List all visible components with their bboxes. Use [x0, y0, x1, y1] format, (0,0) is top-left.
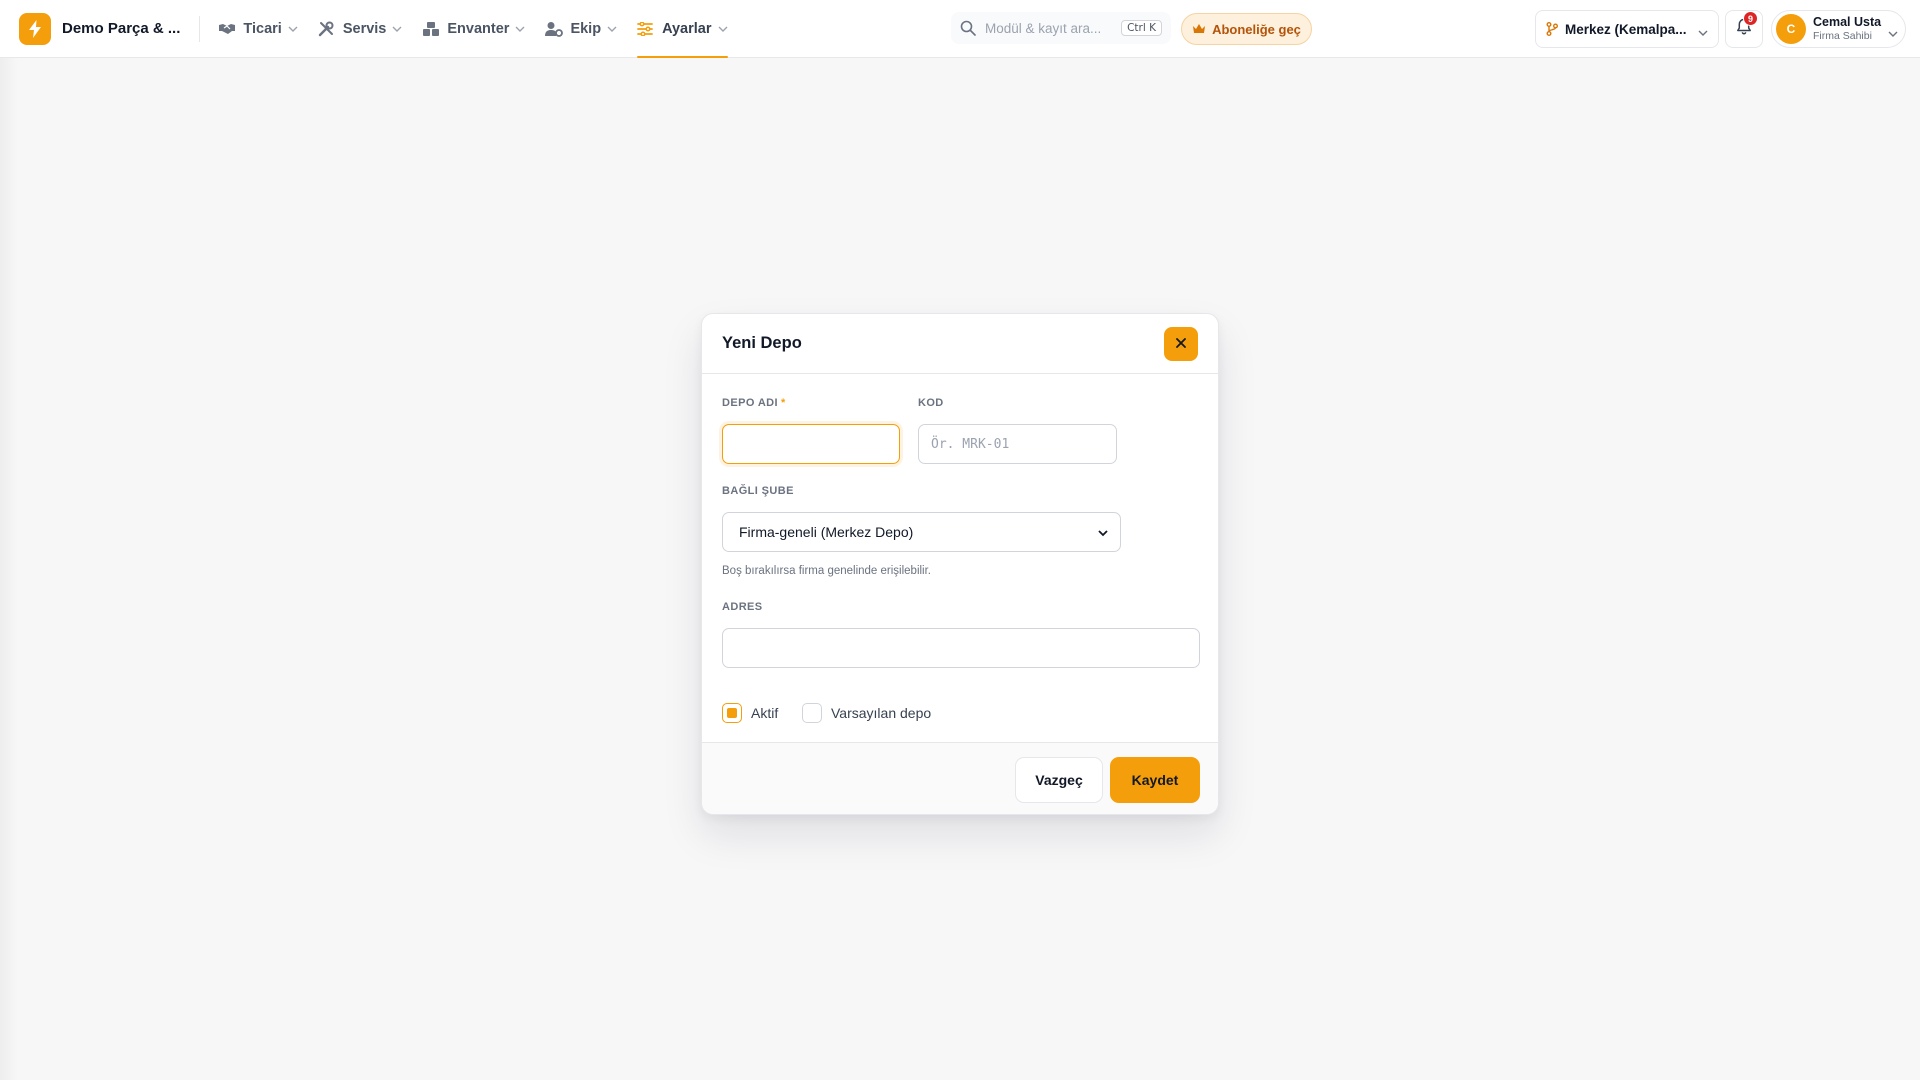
nav-label: Envanter [447, 20, 510, 37]
address-input[interactable] [722, 628, 1200, 668]
search-icon [960, 20, 976, 36]
code-label: KOD [918, 397, 944, 409]
nav-label: Ayarlar [662, 20, 712, 37]
avatar: C [1776, 14, 1806, 44]
nav-item-ekip[interactable]: Ekip [539, 0, 623, 58]
git-branch-icon [1546, 22, 1558, 36]
code-placeholder: Ör. MRK-01 [931, 436, 1010, 452]
search-placeholder: Modül & kayıt ara... [985, 20, 1102, 36]
checkbox-mark [727, 708, 737, 718]
new-warehouse-dialog: Yeni Depo DEPO ADI * KOD Ör. MRK-01 BAĞLI… [701, 313, 1219, 815]
close-icon [1176, 335, 1186, 353]
user-menu[interactable]: C Cemal Usta Firma Sahibi [1771, 10, 1906, 48]
nav-label: Ekip [570, 20, 602, 37]
nav-item-ticari[interactable]: Ticari [212, 0, 303, 58]
chevron-down-icon [607, 24, 617, 34]
lightning-icon [19, 12, 51, 45]
main-nav: Ticari Servis Envanter Ekip Ayarlar [212, 0, 741, 58]
required-mark: * [780, 397, 786, 409]
divider [199, 15, 201, 42]
branch-hint: Boş bırakılırsa firma genelinde erişileb… [722, 565, 932, 577]
subscribe-label: Aboneliğe geç [1212, 21, 1301, 37]
address-label: ADRES [722, 601, 763, 613]
chevron-down-icon [392, 24, 402, 34]
nav-label: Servis [342, 20, 387, 37]
branch-label: Merkez (Kemalpa... [1565, 21, 1687, 37]
nav-label: Ticari [243, 20, 282, 37]
search-input[interactable]: Modül & kayıt ara... Ctrl K [951, 12, 1171, 44]
sliders-icon [637, 20, 655, 38]
tools-icon [318, 20, 336, 38]
dialog-footer: Vazgeç Kaydet [702, 742, 1218, 814]
dialog-body: DEPO ADI * KOD Ör. MRK-01 BAĞLI ŞUBE Firm… [702, 374, 1218, 744]
user-role: Firma Sahibi [1813, 30, 1872, 42]
chevron-down-icon [718, 24, 728, 34]
sidebar-shadow [0, 58, 18, 1080]
branch-select[interactable]: Firma-geneli (Merkez Depo) [722, 512, 1121, 552]
chevron-down-icon [1698, 24, 1708, 36]
branch-select-value: Firma-geneli (Merkez Depo) [739, 524, 914, 540]
save-button[interactable]: Kaydet [1110, 757, 1200, 803]
top-navigation-bar: Demo Parça & ... Ticari Servis Envanter [0, 0, 1920, 58]
label-text: DEPO ADI [722, 397, 778, 409]
active-label: Aktif [751, 705, 779, 721]
dialog-title: Yeni Depo [722, 334, 802, 352]
nav-item-servis[interactable]: Servis [312, 0, 409, 58]
chevron-down-icon [288, 24, 298, 34]
users-gear-icon [545, 20, 564, 38]
chevron-down-icon [1098, 524, 1108, 540]
active-checkbox[interactable] [722, 703, 742, 723]
cancel-button[interactable]: Vazgeç [1015, 757, 1103, 803]
subscribe-button[interactable]: Aboneliğe geç [1181, 13, 1312, 45]
warehouse-name-input[interactable] [722, 424, 900, 464]
warehouse-name-label: DEPO ADI * [722, 397, 786, 409]
user-info: Cemal Usta Firma Sahibi [1813, 15, 1888, 43]
active-checkbox-row[interactable]: Aktif [722, 703, 778, 723]
crown-icon [1192, 23, 1206, 35]
default-warehouse-label: Varsayılan depo [831, 705, 932, 721]
close-button[interactable] [1164, 326, 1198, 361]
code-input[interactable]: Ör. MRK-01 [918, 424, 1117, 464]
dialog-header: Yeni Depo [702, 314, 1218, 374]
user-name: Cemal Usta [1813, 15, 1882, 29]
default-warehouse-checkbox[interactable] [802, 703, 822, 723]
brand-name: Demo Parça & ... [62, 20, 181, 37]
nav-item-ayarlar[interactable]: Ayarlar [631, 0, 733, 58]
default-warehouse-checkbox-row[interactable]: Varsayılan depo [802, 703, 931, 723]
chevron-down-icon [515, 24, 525, 34]
boxes-icon [422, 20, 440, 38]
brand[interactable]: Demo Parça & ... [19, 0, 180, 58]
branch-selector[interactable]: Merkez (Kemalpa... [1535, 10, 1719, 48]
handshake-icon [218, 20, 236, 38]
notifications-button[interactable]: 9 [1725, 10, 1763, 48]
keyboard-shortcut: Ctrl K [1121, 20, 1162, 36]
notification-badge: 9 [1743, 11, 1758, 26]
chevron-down-icon [1888, 24, 1898, 37]
nav-item-envanter[interactable]: Envanter [416, 0, 531, 58]
branch-label: BAĞLI ŞUBE [722, 485, 794, 497]
